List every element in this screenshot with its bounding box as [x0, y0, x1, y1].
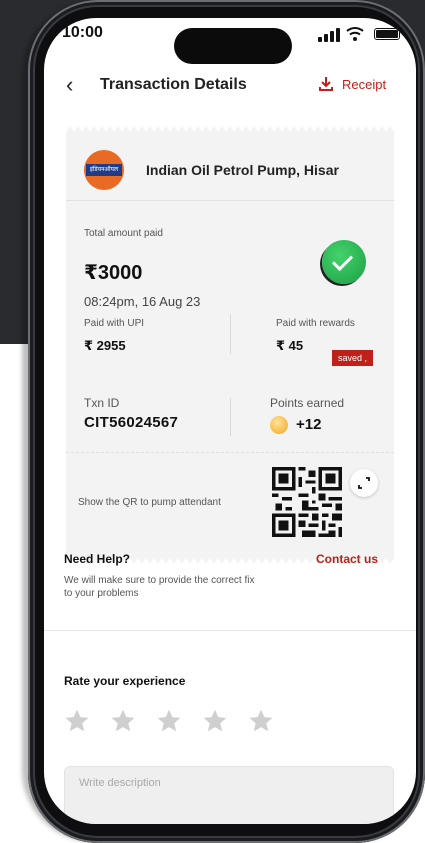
- signal-icon: [318, 28, 340, 42]
- status-time: 10:00: [62, 24, 103, 41]
- upi-label: Paid with UPI: [84, 318, 145, 329]
- total-amount-label: Total amount paid: [84, 228, 163, 239]
- txn-id: CIT56024567: [84, 414, 179, 431]
- merchant-name: Indian Oil Petrol Pump, Hisar: [146, 162, 339, 178]
- qr-code-icon: [272, 467, 342, 537]
- saved-badge: saved ,: [332, 350, 374, 366]
- divider: [230, 398, 231, 436]
- star-icon[interactable]: [156, 708, 182, 734]
- rate-title: Rate your experience: [64, 674, 186, 688]
- coin-icon: [270, 416, 288, 434]
- back-chevron-icon[interactable]: ‹: [66, 74, 73, 96]
- divider: [44, 630, 416, 631]
- success-check-icon: [322, 240, 366, 284]
- star-icon[interactable]: [64, 708, 90, 734]
- expand-qr-button[interactable]: [350, 469, 378, 497]
- total-amount: ₹3000: [84, 262, 143, 284]
- need-help-title: Need Help?: [64, 552, 131, 566]
- status-bar: 10:00: [44, 18, 416, 64]
- receipt-button[interactable]: Receipt: [318, 76, 386, 92]
- star-icon[interactable]: [248, 708, 274, 734]
- page-title: Transaction Details: [100, 76, 247, 93]
- battery-icon: [374, 28, 400, 40]
- card-zigzag-top: [66, 126, 394, 132]
- contact-us-link[interactable]: Contact us: [316, 552, 378, 566]
- qr-instruction: Show the QR to pump attendant: [78, 497, 221, 508]
- merchant-row: इंडियनऑयल Indian Oil Petrol Pump, Hisar: [66, 132, 394, 201]
- star-icon[interactable]: [110, 708, 136, 734]
- dynamic-island: [174, 28, 292, 64]
- transaction-card: इंडियनऑयल Indian Oil Petrol Pump, Hisar …: [66, 126, 394, 564]
- download-icon: [319, 77, 333, 91]
- points-label: Points earned: [270, 396, 345, 410]
- phone-screen: 10:00 ‹ Transaction Details Receipt इंडि…: [44, 18, 416, 824]
- wifi-icon: [346, 27, 364, 41]
- description-box: [64, 766, 394, 824]
- expand-icon: [358, 477, 370, 489]
- divider: [230, 314, 231, 354]
- star-rating: [64, 708, 274, 734]
- description-input[interactable]: [65, 767, 393, 824]
- indian-oil-logo: इंडियनऑयल: [84, 150, 124, 190]
- rewards-label: Paid with rewards: [276, 318, 355, 329]
- header: ‹ Transaction Details Receipt: [44, 70, 416, 106]
- points-value: +12: [296, 416, 322, 433]
- receipt-label: Receipt: [342, 76, 387, 92]
- transaction-datetime: 08:24pm, 16 Aug 23: [84, 294, 201, 309]
- txn-id-label: Txn ID: [84, 396, 120, 410]
- rewards-amount: ₹ 45: [276, 338, 304, 353]
- help-description: We will make sure to provide the correct…: [64, 575, 255, 599]
- star-icon[interactable]: [202, 708, 228, 734]
- logo-text: इंडियनऑयल: [86, 164, 122, 176]
- upi-amount: ₹ 2955: [84, 338, 126, 353]
- qr-section: Show the QR to pump attendant: [66, 452, 394, 559]
